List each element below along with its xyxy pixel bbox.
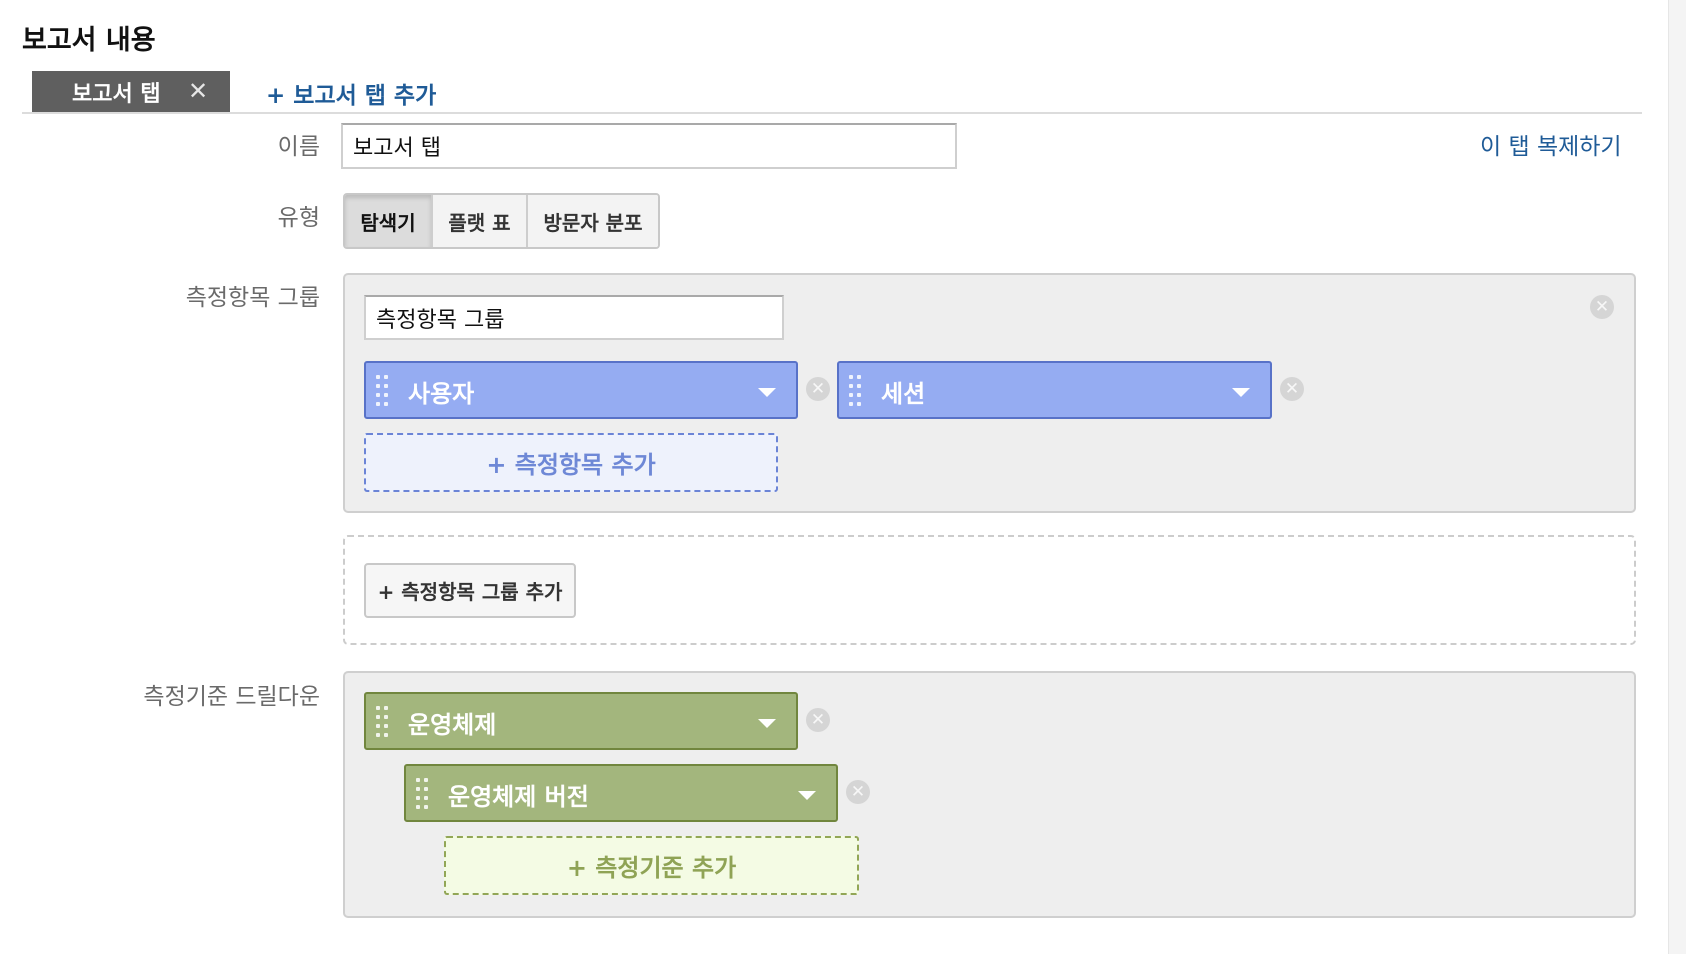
dimension-chip-os-version[interactable]: 운영체제 버전 xyxy=(404,764,838,822)
dimension-chip-operating-system[interactable]: 운영체제 xyxy=(364,692,798,750)
metric-chip-users[interactable]: 사용자 xyxy=(364,361,798,419)
type-option-explorer[interactable]: 탐색기 xyxy=(345,195,433,247)
drag-handle-icon[interactable] xyxy=(376,706,392,737)
section-title: 보고서 내용 xyxy=(22,25,156,56)
metric-group-label: 측정항목 그룹 xyxy=(185,285,320,311)
type-label: 유형 xyxy=(277,205,320,231)
remove-circle-icon[interactable]: ✕ xyxy=(806,377,830,401)
chevron-down-icon[interactable] xyxy=(758,719,776,728)
add-report-tab-link[interactable]: + 보고서 탭 추가 xyxy=(266,76,436,110)
add-metric-group-button[interactable]: + 측정항목 그룹 추가 xyxy=(364,563,576,618)
add-metric-button[interactable]: + 측정항목 추가 xyxy=(364,433,778,492)
close-icon[interactable]: ✕ xyxy=(188,77,208,105)
chevron-down-icon[interactable] xyxy=(758,388,776,397)
add-dimension-button[interactable]: + 측정기준 추가 xyxy=(444,836,859,895)
dimension-label: 운영체제 xyxy=(408,711,497,739)
tab-divider xyxy=(22,112,1642,114)
chevron-down-icon[interactable] xyxy=(1232,388,1250,397)
metric-label: 세션 xyxy=(881,380,926,408)
scrollbar-track[interactable] xyxy=(1668,0,1686,954)
drag-handle-icon[interactable] xyxy=(849,375,865,406)
remove-circle-icon[interactable]: ✕ xyxy=(1590,295,1614,319)
dimension-label: 운영체제 버전 xyxy=(448,783,589,811)
report-type-selector: 탐색기 플랫 표 방문자 분포 xyxy=(343,193,660,249)
dimension-drilldown-label: 측정기준 드릴다운 xyxy=(143,684,320,710)
name-label: 이름 xyxy=(277,134,320,160)
metric-group-name-input[interactable] xyxy=(364,295,784,340)
metric-label: 사용자 xyxy=(408,380,475,408)
remove-circle-icon[interactable]: ✕ xyxy=(846,780,870,804)
remove-circle-icon[interactable]: ✕ xyxy=(1280,377,1304,401)
duplicate-tab-link[interactable]: 이 탭 복제하기 xyxy=(1480,127,1622,161)
drag-handle-icon[interactable] xyxy=(416,778,432,809)
type-option-flat-table[interactable]: 플랫 표 xyxy=(433,195,528,247)
tab-label: 보고서 탭 xyxy=(72,81,161,107)
type-option-map-overlay[interactable]: 방문자 분포 xyxy=(528,195,658,247)
tab-report[interactable]: 보고서 탭 ✕ xyxy=(32,71,230,112)
drag-handle-icon[interactable] xyxy=(376,375,392,406)
chevron-down-icon[interactable] xyxy=(798,791,816,800)
tab-name-input[interactable] xyxy=(341,123,957,169)
remove-circle-icon[interactable]: ✕ xyxy=(806,708,830,732)
metric-chip-sessions[interactable]: 세션 xyxy=(837,361,1272,419)
